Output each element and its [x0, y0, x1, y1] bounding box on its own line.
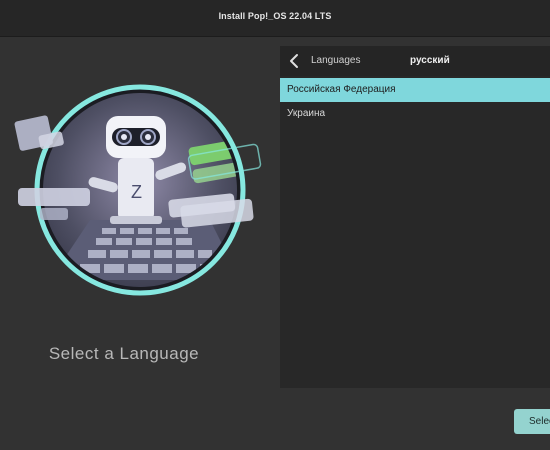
- language-panel: Languages русский Российская Федерация У…: [280, 46, 550, 388]
- back-button[interactable]: [286, 52, 304, 70]
- list-item-russian-federation[interactable]: Российская Федерация: [280, 78, 550, 102]
- back-label[interactable]: Languages: [311, 55, 361, 66]
- robot-illustration: Z: [14, 84, 262, 296]
- titlebar: Install Pop!_OS 22.04 LTS: [0, 0, 550, 37]
- page-title: Select a Language: [48, 344, 200, 363]
- svg-text:Z: Z: [131, 182, 142, 202]
- list-item-ukraine[interactable]: Украина: [280, 102, 550, 126]
- select-button[interactable]: Select: [514, 409, 550, 434]
- chevron-left-icon: [290, 54, 298, 68]
- panel-header: Languages русский: [280, 46, 550, 76]
- current-language: русский: [410, 55, 450, 66]
- window-title: Install Pop!_OS 22.04 LTS: [218, 11, 332, 21]
- installer-window: Install Pop!_OS 22.04 LTS Z Select a Lan…: [0, 0, 550, 450]
- region-list: Российская Федерация Украина: [280, 78, 550, 126]
